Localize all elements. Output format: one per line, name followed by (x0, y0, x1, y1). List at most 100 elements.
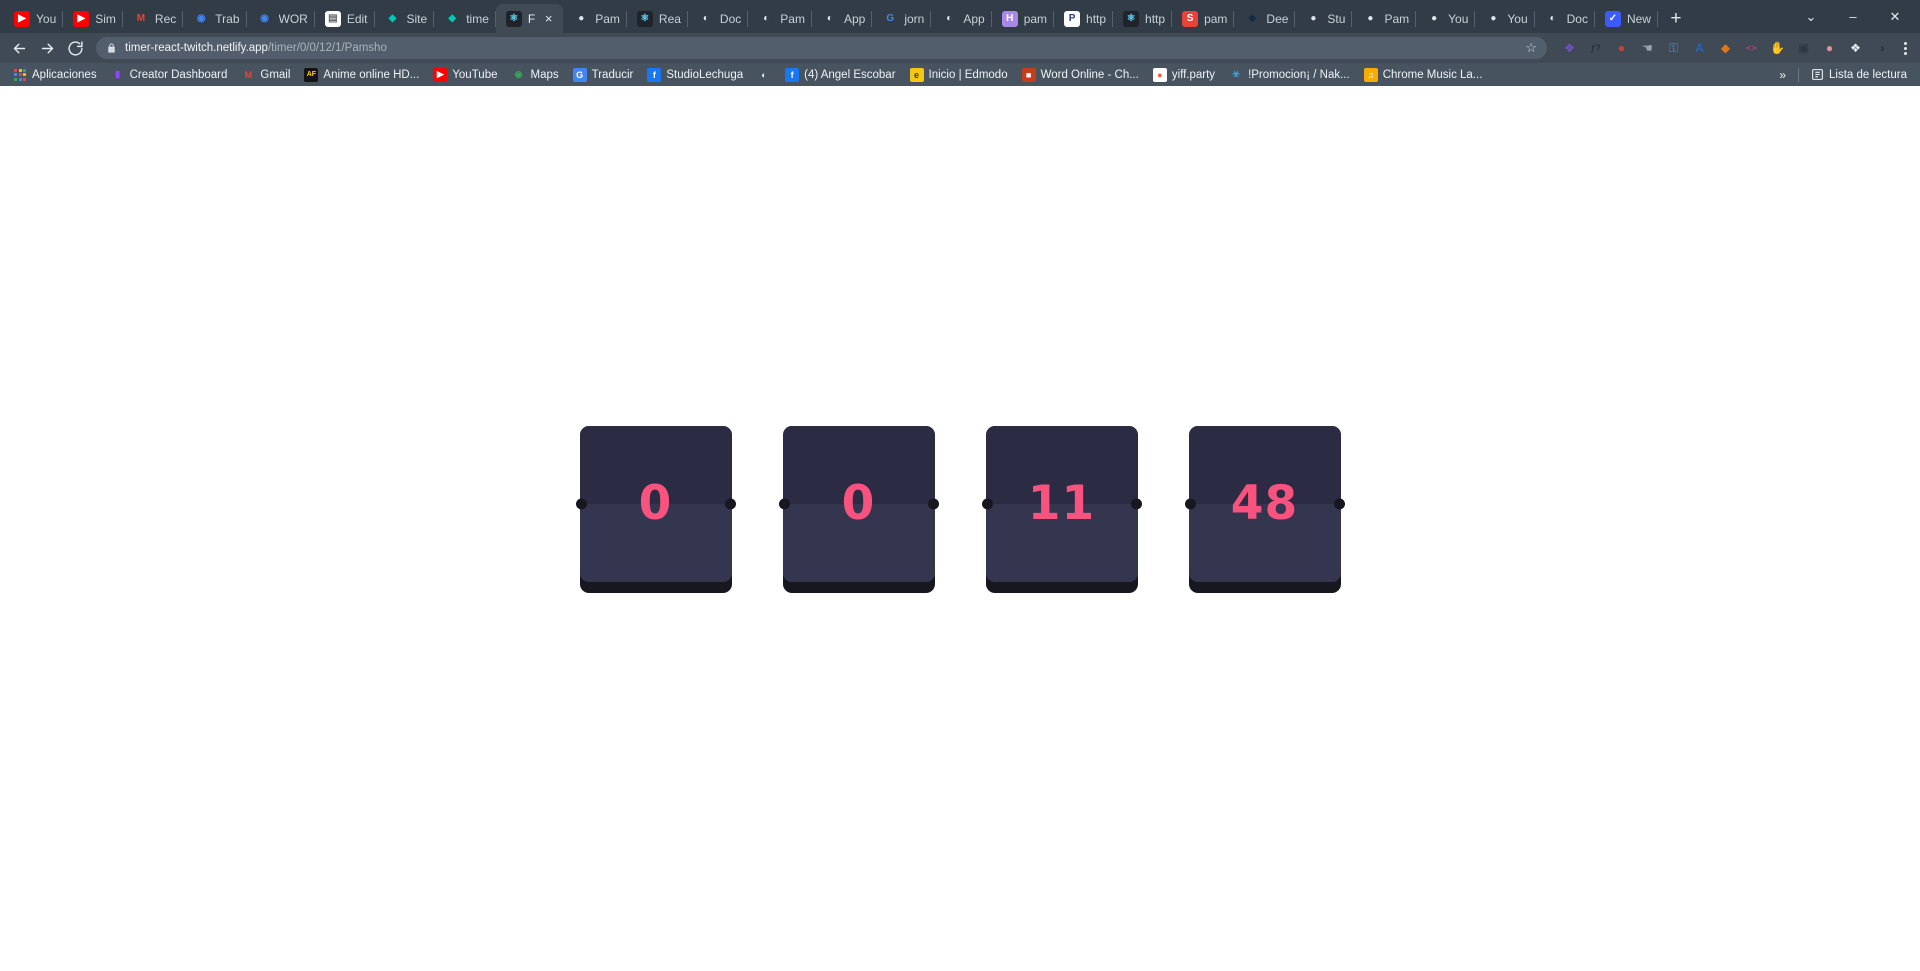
url-domain: timer-react-twitch.netlify.app (125, 42, 268, 54)
bookmark-item[interactable]: M Gmail (234, 66, 297, 84)
browser-tab[interactable]: ◐ Pam (748, 4, 812, 33)
address-bar[interactable]: timer-react-twitch.netlify.app/timer/0/0… (96, 37, 1547, 59)
tab-label: Stu (1327, 11, 1346, 26)
flip-card-hinge-dot-right (1333, 498, 1345, 509)
browser-tab[interactable]: ◐ App (812, 4, 873, 33)
globe-icon: ◐ (1549, 12, 1556, 24)
forward-icon[interactable] (34, 35, 60, 61)
function-icon[interactable]: ƒ? (1587, 40, 1604, 57)
flip-card-value: 0 (841, 476, 876, 531)
github-icon: ● (1431, 12, 1438, 24)
blue-a-icon[interactable]: A (1691, 40, 1708, 57)
close-tab-icon[interactable]: × (541, 11, 556, 26)
browser-tab[interactable]: ● Pam (563, 4, 627, 33)
flip-card-value: 11 (1027, 476, 1096, 531)
tab-label: http (1145, 11, 1166, 26)
browser-tab[interactable]: ▶ Sim (63, 4, 123, 33)
browser-tab[interactable]: ▶ You (4, 4, 64, 33)
bookmark-label: (4) Angel Escobar (804, 68, 896, 81)
browser-tab[interactable]: ✓ New (1595, 4, 1658, 33)
bookmark-item[interactable]: ☣ !Promocion¡ / Nak... (1222, 66, 1357, 84)
globe-icon: ◐ (702, 12, 709, 24)
bookmark-item[interactable]: f StudioLechuga (640, 66, 750, 84)
tab-label: You (1507, 11, 1528, 26)
browser-tab[interactable]: ◐ Doc (1535, 4, 1595, 33)
url-path: /timer/0/0/12/1/Pamsho (267, 42, 387, 54)
tab-label: Dee (1266, 11, 1289, 26)
browser-tab[interactable]: ⚛ F × (495, 4, 564, 33)
color-wheel-icon[interactable]: ● (1613, 40, 1630, 57)
bookmark-item[interactable]: G Traducir (566, 66, 641, 84)
gmail-icon: M (136, 12, 146, 24)
browser-tab[interactable]: Ηpam (992, 4, 1055, 33)
url-text: timer-react-twitch.netlify.app/timer/0/0… (125, 42, 387, 54)
bookmark-label: Anime online HD... (323, 68, 420, 81)
chrome-icon: ◉ (260, 12, 269, 24)
youtube-icon: ▶ (14, 10, 30, 27)
browser-tab[interactable]: ● You (1416, 4, 1476, 33)
minimize-button[interactable]: – (1832, 1, 1874, 32)
avatar-icon[interactable]: ● (1821, 40, 1838, 57)
edmodo-icon: e (909, 67, 924, 82)
bookmark-item[interactable]: Aplicaciones (6, 66, 104, 84)
browser-tab[interactable]: ● Stu (1295, 4, 1353, 33)
animeflv-icon: AF (304, 67, 319, 82)
bookmark-item[interactable]: f (4) Angel Escobar (778, 66, 902, 84)
bug-icon: ☣ (1232, 69, 1241, 79)
browser-tab[interactable]: ▤ Edit (315, 4, 375, 33)
paypal-icon: P (1064, 10, 1081, 27)
close-window-button[interactable]: ✕ (1874, 1, 1916, 32)
kebab-menu-icon[interactable] (1896, 41, 1914, 55)
bookmark-item[interactable]: ● yiff.party (1146, 66, 1222, 84)
red-hand-icon[interactable]: ✋ (1769, 40, 1786, 57)
bookmarks-overflow-button[interactable]: » (1771, 68, 1794, 82)
reading-list-button[interactable]: Lista de lectura (1803, 66, 1914, 84)
browser-tab[interactable]: Gjorn (872, 4, 932, 33)
browser-tab[interactable]: ◐ App (931, 4, 992, 33)
bookmark-item[interactable]: AF Anime online HD... (297, 66, 426, 84)
chrome-icon: ◉ (196, 12, 206, 24)
bookmark-item[interactable]: ◐ (750, 66, 778, 84)
browser-tab[interactable]: ◆ Site (375, 4, 435, 33)
purple-layers-icon[interactable]: ❖ (1561, 40, 1578, 57)
code-brackets-icon[interactable]: <> (1743, 40, 1760, 57)
tab-search-button[interactable]: ⌄ (1790, 1, 1832, 32)
bookmark-item[interactable]: e Inicio | Edmodo (903, 66, 1015, 84)
hand-cursor-icon[interactable]: ☚ (1639, 40, 1656, 57)
reading-list-label: Lista de lectura (1829, 68, 1907, 81)
browser-tab[interactable]: ◈ Dee (1234, 4, 1296, 33)
lock-icon (106, 42, 117, 54)
tab-label: You (1448, 11, 1469, 26)
bookmark-item[interactable]: ■ Word Online - Ch... (1015, 66, 1146, 84)
tab-label: Pam (780, 11, 805, 26)
browser-tab[interactable]: ● You (1475, 4, 1535, 33)
back-icon[interactable] (6, 35, 32, 61)
browser-tab[interactable]: ◉ Trab (183, 4, 247, 33)
profile-avatar-icon[interactable]: ◑ (1873, 40, 1890, 57)
browser-tab[interactable]: ⚛ http (1113, 4, 1173, 33)
bookmark-item[interactable]: ◉ Maps (505, 66, 566, 84)
bookmark-star-icon[interactable]: ☆ (1525, 40, 1537, 56)
facebook-icon: f (647, 67, 662, 82)
picture-in-picture-icon[interactable]: ▣ (1795, 40, 1812, 57)
bookmark-label: Creator Dashboard (129, 68, 228, 81)
key-icon[interactable]: ⚿ (1665, 40, 1682, 57)
tab-label: Pam (1384, 11, 1410, 26)
browser-tab[interactable]: ◐ Doc (688, 4, 749, 33)
bookmark-item[interactable]: ♫ Chrome Music La... (1357, 66, 1490, 84)
puzzle-icon[interactable]: ❖ (1847, 40, 1864, 57)
browser-tab[interactable]: ◆ time (434, 4, 496, 33)
new-tab-button[interactable]: + (1662, 5, 1690, 33)
reload-icon[interactable] (62, 35, 88, 61)
bookmark-item[interactable]: ▮ Creator Dashboard (104, 66, 235, 84)
browser-tab[interactable]: M Rec (123, 4, 184, 33)
browser-tab[interactable]: Spam (1172, 4, 1235, 33)
bookmark-item[interactable]: ▶ YouTube (426, 66, 504, 84)
metamask-fox-icon[interactable]: ◆ (1717, 40, 1734, 57)
browser-tab[interactable]: ● Pam (1352, 4, 1416, 33)
browser-tab[interactable]: Phttp (1054, 4, 1114, 33)
maps-icon: ◉ (514, 69, 523, 79)
browser-tab[interactable]: ⚛ Rea (627, 4, 688, 33)
browser-tab[interactable]: ◉ WOR (247, 4, 315, 33)
bookmark-label: Word Online - Ch... (1040, 68, 1139, 81)
